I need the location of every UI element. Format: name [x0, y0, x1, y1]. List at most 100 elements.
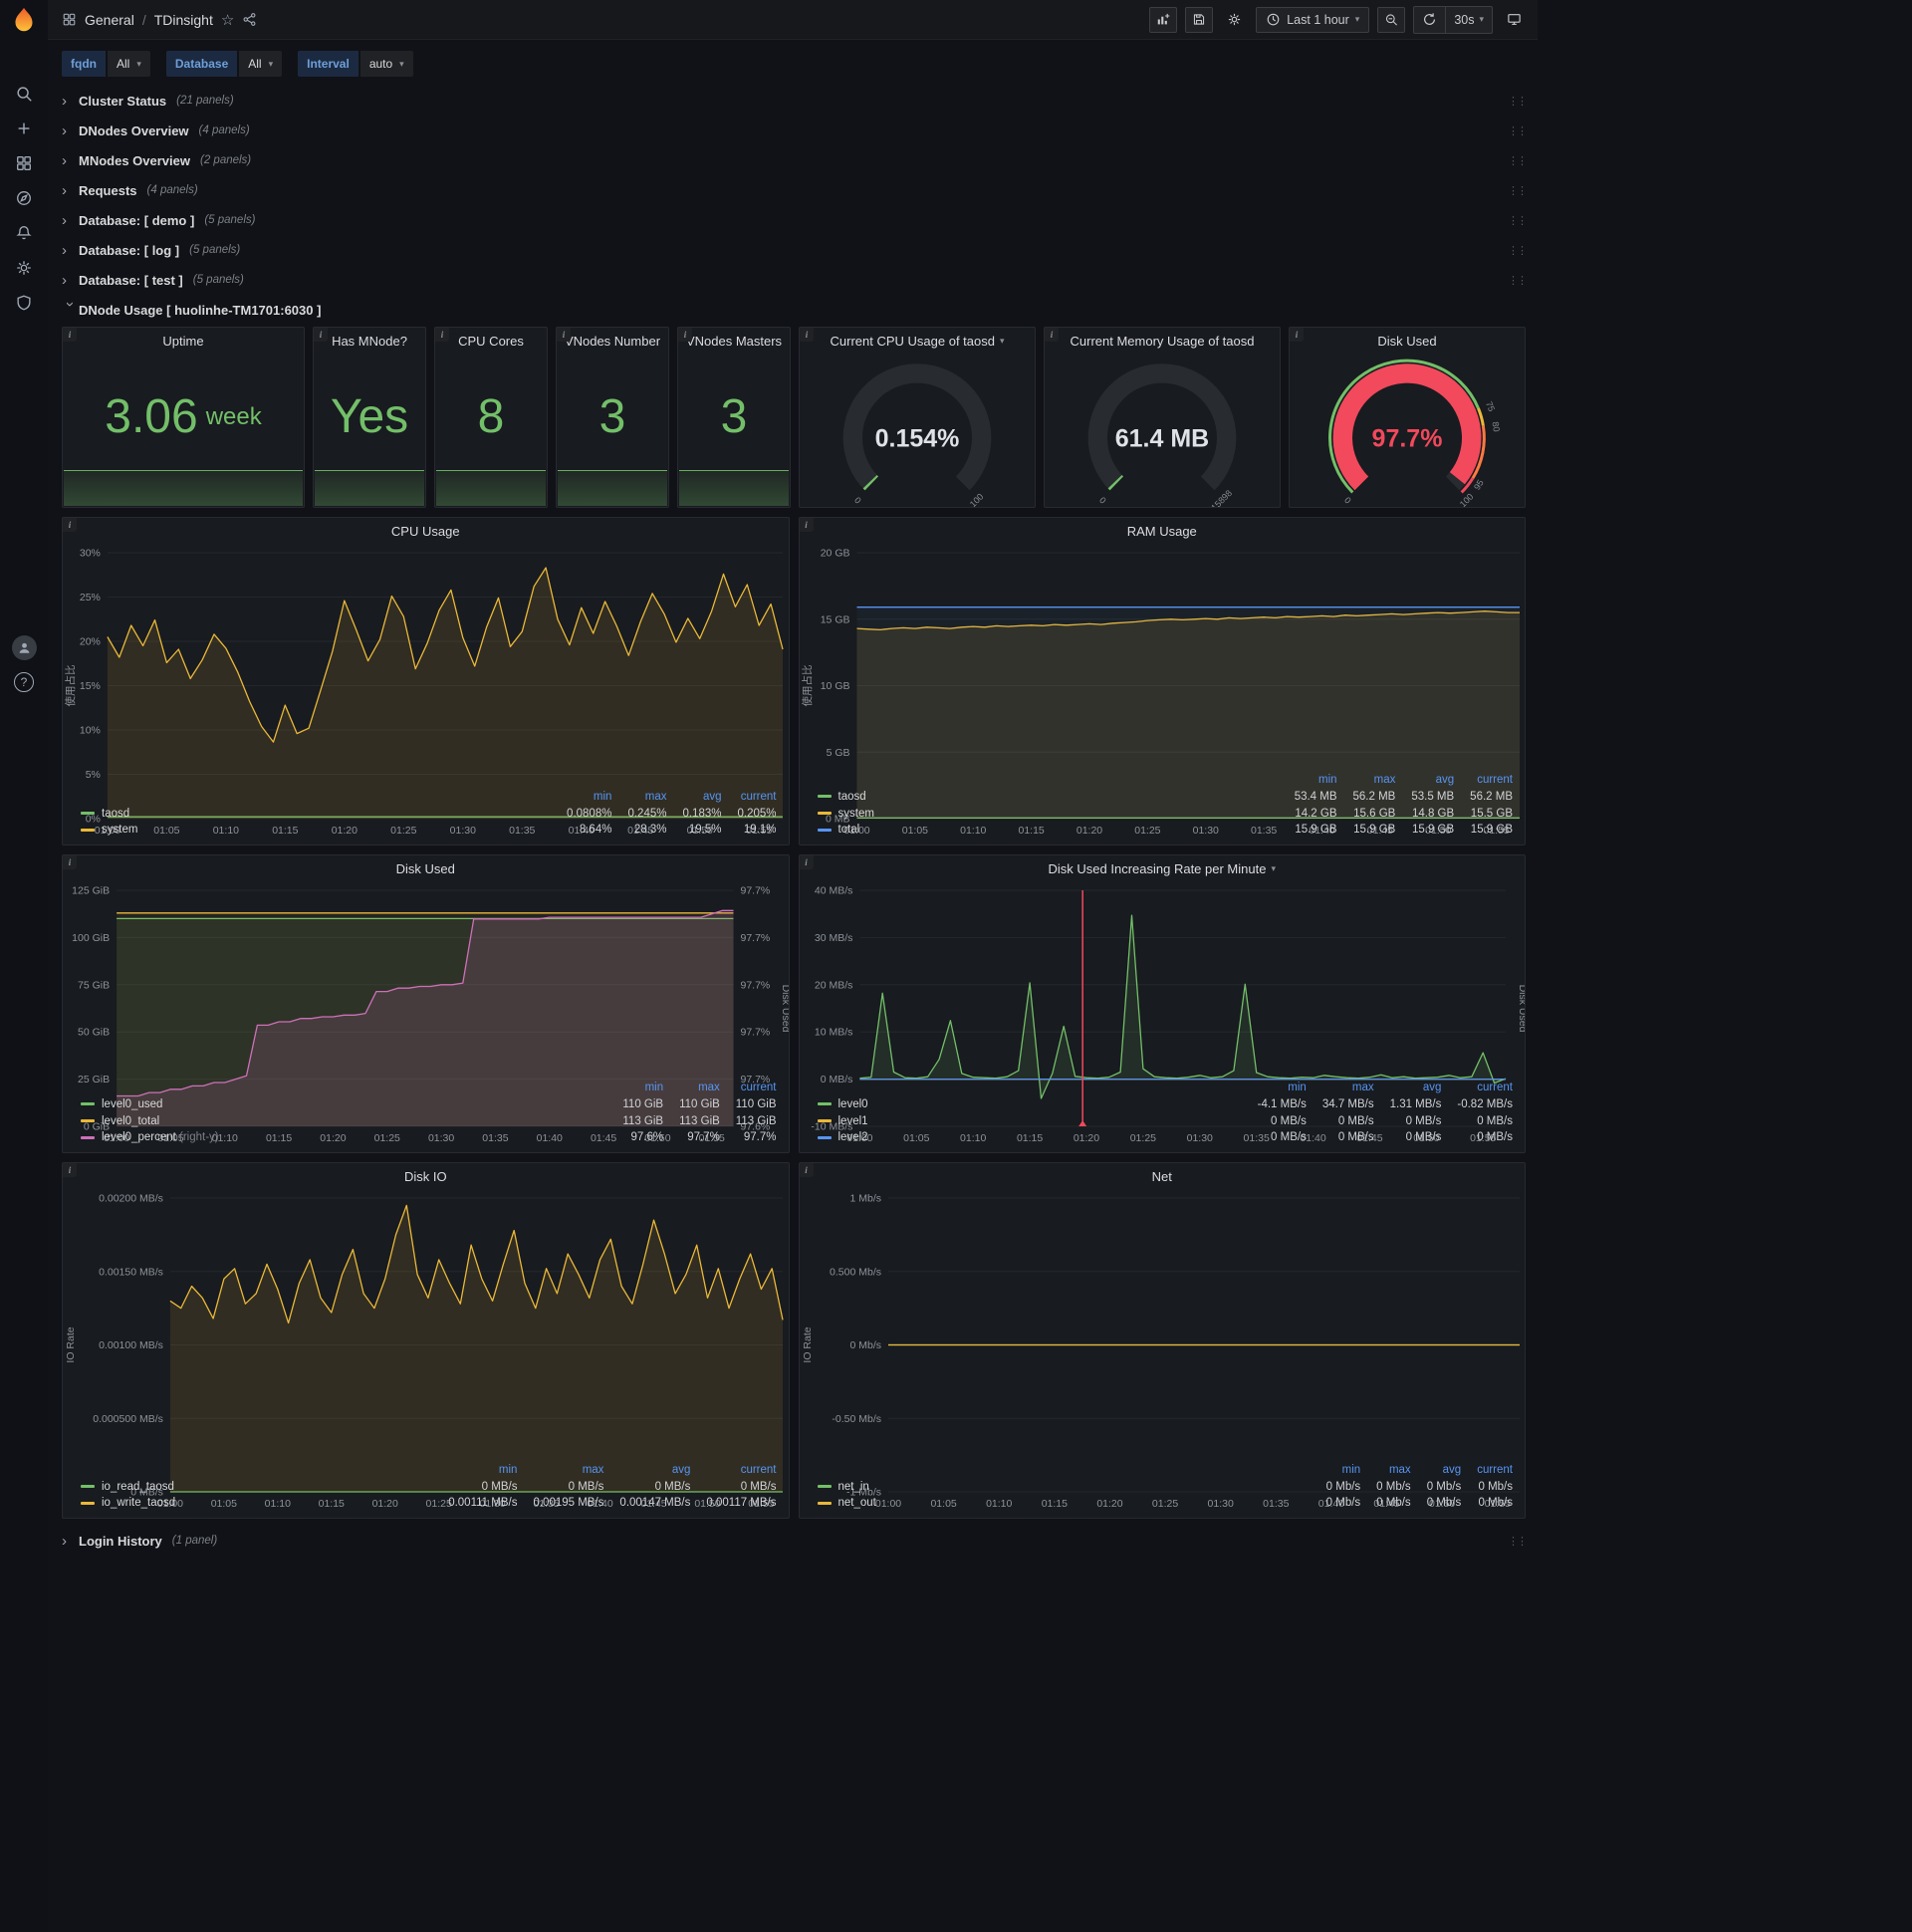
variable-database[interactable]: Database All ▾	[165, 51, 283, 77]
legend-column-min[interactable]: min	[1242, 1080, 1307, 1096]
legend-series-name[interactable]: level0_percent	[102, 1131, 176, 1143]
share-icon[interactable]	[242, 12, 257, 27]
row-mnodes-overview[interactable]: › MNodes Overview (2 panels) ⋮⋮	[62, 147, 1528, 173]
legend-series-name[interactable]: io_read_taosd	[102, 1481, 174, 1493]
page-title[interactable]: TDinsight	[154, 12, 213, 28]
row-cluster-status[interactable]: › Cluster Status (21 panels) ⋮⋮	[62, 88, 1528, 114]
row-drag-handle[interactable]: ⋮⋮	[1508, 1535, 1528, 1548]
settings-gear-icon[interactable]	[0, 250, 48, 285]
legend-series-swatch[interactable]	[817, 1485, 832, 1489]
legend-series-name[interactable]: taosd	[102, 808, 129, 820]
legend-column-max[interactable]: max	[1360, 1462, 1411, 1479]
alerting-bell-icon[interactable]	[0, 215, 48, 250]
legend-series-name[interactable]: level0_total	[102, 1115, 159, 1127]
legend-column-avg[interactable]: avg	[1411, 1462, 1462, 1479]
create-plus-icon[interactable]	[0, 111, 48, 145]
row-drag-handle[interactable]: ⋮⋮	[1508, 154, 1528, 167]
row-login-history[interactable]: › Login History (1 panel) ⋮⋮	[62, 1528, 1528, 1554]
panel-title[interactable]: Has MNode?	[314, 328, 425, 354]
panel-info-icon[interactable]: i	[63, 328, 77, 342]
panel-info-icon[interactable]: i	[63, 1163, 77, 1177]
row-requests[interactable]: › Requests (4 panels) ⋮⋮	[62, 177, 1528, 203]
legend-series-name[interactable]: level0_used	[102, 1098, 162, 1110]
cpu-usage-chart[interactable]: 30% 25% 20% 15% 10% 5% 0% 01:00 01:05 01:10 01:15 0…	[63, 544, 789, 837]
panel-info-icon[interactable]: i	[799, 855, 814, 869]
panel-title[interactable]: Current CPU Usage of taosd ▾	[800, 328, 1035, 354]
panel-info-icon[interactable]: i	[63, 855, 77, 869]
legend-column-current[interactable]: current	[721, 789, 777, 806]
panel-title[interactable]: Disk IO	[63, 1163, 789, 1189]
legend-series-name[interactable]: taosd	[838, 791, 866, 803]
legend-series-swatch[interactable]	[81, 1102, 95, 1106]
legend-column-avg[interactable]: avg	[603, 1462, 691, 1479]
legend-column-avg[interactable]: avg	[1395, 772, 1455, 789]
legend-column-current[interactable]: current	[720, 1080, 777, 1096]
legend-column-min[interactable]: min	[606, 1080, 664, 1096]
legend-series-swatch[interactable]	[81, 1485, 95, 1489]
panel-info-icon[interactable]: i	[1290, 328, 1304, 342]
panel-title[interactable]: CPU Usage	[63, 518, 789, 544]
legend-column-current[interactable]: current	[690, 1462, 777, 1479]
panel-title[interactable]: VNodes Number	[557, 328, 668, 354]
legend-column-max[interactable]: max	[663, 1080, 720, 1096]
legend-column-avg[interactable]: avg	[1374, 1080, 1442, 1096]
panel-title[interactable]: Disk Used Increasing Rate per Minute ▾	[800, 855, 1526, 881]
breadcrumb-section[interactable]: General	[85, 12, 134, 28]
legend-column-max[interactable]: max	[517, 1462, 604, 1479]
legend-series-name[interactable]: level1	[838, 1115, 868, 1127]
row-database-demo[interactable]: › Database: [ demo ] (5 panels) ⋮⋮	[62, 207, 1528, 233]
panel-title[interactable]: Current Memory Usage of taosd	[1045, 328, 1280, 354]
legend-series-swatch[interactable]	[81, 1501, 95, 1505]
panel-info-icon[interactable]: i	[314, 328, 328, 342]
panel-title[interactable]: Uptime	[63, 328, 304, 354]
legend-column-current[interactable]: current	[1454, 772, 1513, 789]
legend-series-swatch[interactable]	[81, 1119, 95, 1123]
legend-column-max[interactable]: max	[1337, 772, 1396, 789]
search-icon[interactable]	[0, 76, 48, 111]
disk-used-chart[interactable]: 125 GiB 100 GiB 75 GiB 50 GiB 25 GiB 0 GiB 97.…	[63, 881, 788, 1145]
row-drag-handle[interactable]: ⋮⋮	[1508, 274, 1528, 287]
legend-series-name[interactable]: io_write_taosd	[102, 1497, 175, 1509]
panel-info-icon[interactable]: i	[799, 1163, 814, 1177]
legend-series-swatch[interactable]	[817, 1119, 832, 1123]
panel-title[interactable]: CPU Cores	[435, 328, 547, 354]
legend-series-swatch[interactable]	[817, 828, 832, 832]
row-dnode-usage[interactable]: › DNode Usage [ huolinhe-TM1701:6030 ]	[62, 297, 1526, 323]
variable-interval[interactable]: Interval auto ▾	[298, 51, 413, 77]
row-drag-handle[interactable]: ⋮⋮	[1508, 124, 1528, 137]
legend-column-current[interactable]: current	[1441, 1080, 1513, 1096]
panel-title[interactable]: Disk Used	[1290, 328, 1525, 354]
legend-column-avg[interactable]: avg	[666, 789, 722, 806]
legend-column-max[interactable]: max	[1307, 1080, 1374, 1096]
help-icon[interactable]: ?	[14, 672, 34, 692]
cycle-view-tv-button[interactable]	[1501, 7, 1528, 33]
panel-info-icon[interactable]: i	[435, 328, 449, 342]
panel-title[interactable]: VNodes Masters	[678, 328, 790, 354]
panel-info-icon[interactable]: i	[1045, 328, 1059, 342]
refresh-button[interactable]	[1414, 7, 1445, 33]
legend-column-min[interactable]: min	[551, 789, 612, 806]
legend-series-swatch[interactable]	[81, 812, 95, 816]
refresh-interval-picker[interactable]: 30s ▾	[1445, 6, 1492, 33]
legend-series-swatch[interactable]	[817, 1135, 832, 1139]
row-dnodes-overview[interactable]: › DNodes Overview (4 panels) ⋮⋮	[62, 118, 1528, 143]
legend-column-max[interactable]: max	[611, 789, 667, 806]
panel-info-icon[interactable]: i	[800, 328, 814, 342]
legend-column-current[interactable]: current	[1461, 1462, 1513, 1479]
star-icon[interactable]: ☆	[221, 11, 234, 29]
time-range-picker[interactable]: Last 1 hour ▾	[1256, 6, 1370, 33]
variable-fqdn[interactable]: fqdn All ▾	[62, 51, 150, 77]
panel-title[interactable]: Disk Used	[63, 855, 789, 881]
panel-title[interactable]: RAM Usage	[800, 518, 1526, 544]
legend-series-name[interactable]: net_in	[838, 1481, 869, 1493]
net-chart[interactable]: 1 Mb/s 0.500 Mb/s 0 Mb/s -0.50 Mb/s -1 Mb/s 0…	[800, 1189, 1526, 1510]
avatar[interactable]	[11, 635, 37, 660]
panel-info-icon[interactable]: i	[799, 518, 814, 532]
grafana-logo-icon[interactable]	[9, 6, 39, 36]
legend-series-swatch[interactable]	[817, 795, 832, 799]
panel-info-icon[interactable]: i	[557, 328, 571, 342]
explore-compass-icon[interactable]	[0, 180, 48, 215]
legend-series-swatch[interactable]	[81, 828, 95, 832]
disk-io-chart[interactable]: 0.00200 MB/s 0.00150 MB/s 0.00100 MB/s 0.00…	[63, 1189, 789, 1510]
legend-column-min[interactable]: min	[1311, 1462, 1361, 1479]
